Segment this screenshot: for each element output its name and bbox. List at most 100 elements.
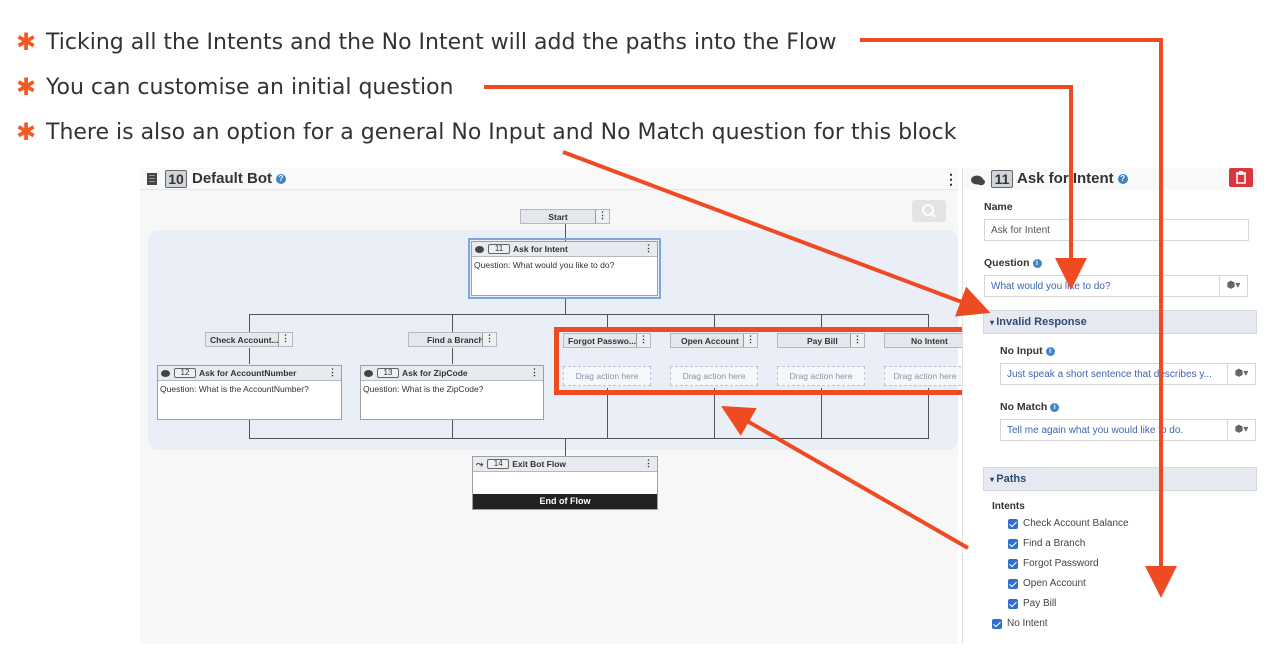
intent-checkbox-row[interactable]: Check Account Balance xyxy=(1008,518,1129,529)
chat-bubble-icon xyxy=(475,245,484,253)
info-icon[interactable]: i xyxy=(1045,346,1055,356)
checkbox-checked-icon[interactable] xyxy=(1008,578,1018,589)
kebab-menu-icon[interactable]: ⋮ xyxy=(278,333,292,346)
section-title: Paths xyxy=(996,473,1027,485)
connector xyxy=(714,388,715,438)
node-number: 12 xyxy=(174,368,196,378)
kebab-menu-icon[interactable]: ⋮ xyxy=(644,458,653,469)
node-question: Question: What is the AccountNumber? xyxy=(160,384,309,394)
no-input-field[interactable]: Just speak a short sentence that describ… xyxy=(1000,363,1228,385)
connector xyxy=(928,388,929,438)
node-question: Question: What is the ZipCode? xyxy=(363,384,484,394)
panel-title-text: Ask for Intent xyxy=(1017,170,1114,187)
variable-picker-icon[interactable]: ⬢▾ xyxy=(1228,363,1256,385)
panel-title: Ask for Intent? xyxy=(1017,170,1128,187)
kebab-menu-icon[interactable]: ⋮ xyxy=(644,243,653,254)
checkbox-checked-icon[interactable] xyxy=(1008,598,1018,609)
chat-bubble-icon xyxy=(364,369,373,377)
node-header: ⤳ 14 Exit Bot Flow ⋮ xyxy=(473,457,657,472)
bullet-2: ✱ You can customise an initial question xyxy=(16,73,454,101)
connector xyxy=(452,348,453,364)
start-node[interactable]: Start ⋮ xyxy=(520,209,610,224)
ask-for-zipcode-node[interactable]: 13 Ask for ZipCode ⋮ Question: What is t… xyxy=(360,365,544,420)
node-title: Ask for AccountNumber xyxy=(199,368,297,378)
panel-header: 11 Ask for Intent? xyxy=(963,168,1257,190)
section-title: Invalid Response xyxy=(996,316,1087,328)
bot-icon xyxy=(147,173,157,185)
question-label: Question i xyxy=(984,257,1042,269)
search-icon xyxy=(922,204,936,218)
node-title: Ask for Intent xyxy=(513,244,568,254)
help-icon[interactable]: ? xyxy=(276,174,286,185)
no-match-field[interactable]: Tell me again what you would like to do. xyxy=(1000,419,1228,441)
branch-pill-check-account[interactable]: Check Account... ⋮ xyxy=(205,332,293,347)
invalid-response-section[interactable]: ▾ Invalid Response xyxy=(983,310,1257,334)
asterisk-icon: ✱ xyxy=(16,118,37,146)
intent-label: Pay Bill xyxy=(1023,598,1057,609)
no-intent-checkbox-row[interactable]: No Intent xyxy=(992,618,1048,629)
connector xyxy=(249,438,929,439)
bullet-3: ✱ There is also an option for a general … xyxy=(16,118,956,146)
kebab-menu-icon[interactable]: ⋮ xyxy=(530,367,539,378)
kebab-menu-icon[interactable]: ⋮ xyxy=(595,210,609,223)
no-input-label: No Input i xyxy=(1000,345,1055,357)
intent-checkbox-row[interactable]: Find a Branch xyxy=(1008,538,1085,549)
no-intent-label: No Intent xyxy=(1007,618,1048,629)
highlight-box xyxy=(554,327,973,395)
checkbox-checked-icon[interactable] xyxy=(992,618,1002,629)
variable-picker-icon[interactable]: ⬢▾ xyxy=(1228,419,1256,441)
checkbox-checked-icon[interactable] xyxy=(1008,558,1018,569)
info-icon[interactable]: i xyxy=(1032,258,1042,268)
intents-label: Intents xyxy=(992,501,1025,512)
end-of-flow-bar: End of Flow xyxy=(473,494,657,509)
properties-panel: 11 Ask for Intent? Name Ask for Intent Q… xyxy=(962,168,1257,644)
connector xyxy=(249,348,250,364)
name-label: Name xyxy=(984,201,1013,213)
connector xyxy=(821,388,822,438)
kebab-menu-icon[interactable]: ⋮ xyxy=(944,171,958,188)
kebab-menu-icon[interactable]: ⋮ xyxy=(482,333,496,346)
bullet-1: ✱ Ticking all the Intents and the No Int… xyxy=(16,28,836,56)
canvas-title-text: Default Bot xyxy=(192,170,272,187)
connector xyxy=(452,314,453,332)
node-header: 13 Ask for ZipCode ⋮ xyxy=(361,366,543,381)
node-title: Exit Bot Flow xyxy=(512,459,567,469)
no-match-label-text: No Match xyxy=(1000,401,1048,413)
intent-label: Forgot Password xyxy=(1023,558,1099,569)
branch-label: Find a Branch xyxy=(427,334,484,345)
intent-checkbox-row[interactable]: Open Account xyxy=(1008,578,1086,589)
block-number: 10 xyxy=(165,170,187,188)
start-label: Start xyxy=(548,211,568,222)
question-field[interactable]: What would you like to do? xyxy=(984,275,1220,297)
checkbox-checked-icon[interactable] xyxy=(1008,538,1018,549)
canvas-header: 10 Default Bot? ⋮ xyxy=(140,168,958,190)
variable-picker-icon[interactable]: ⬢▾ xyxy=(1220,275,1248,297)
intent-label: Check Account Balance xyxy=(1023,518,1129,529)
chat-bubble-icon xyxy=(161,369,170,377)
name-field[interactable]: Ask for Intent xyxy=(984,219,1249,241)
intent-checkbox-row[interactable]: Pay Bill xyxy=(1008,598,1056,609)
block-number: 11 xyxy=(991,170,1013,188)
node-header: 11 Ask for Intent ⋮ xyxy=(472,242,657,257)
branch-pill-find-branch[interactable]: Find a Branch ⋮ xyxy=(408,332,497,347)
help-icon[interactable]: ? xyxy=(1117,174,1128,185)
connector xyxy=(249,314,250,332)
info-icon[interactable]: i xyxy=(1050,402,1060,412)
intent-label: Open Account xyxy=(1023,578,1086,589)
connector xyxy=(565,438,566,456)
exit-bot-flow-node[interactable]: ⤳ 14 Exit Bot Flow ⋮ End of Flow xyxy=(472,456,658,510)
intent-label: Find a Branch xyxy=(1023,538,1086,549)
node-number: 13 xyxy=(377,368,399,378)
intent-checkbox-row[interactable]: Forgot Password xyxy=(1008,558,1099,569)
checkbox-checked-icon[interactable] xyxy=(1008,518,1018,529)
connector xyxy=(565,298,566,314)
kebab-menu-icon[interactable]: ⋮ xyxy=(328,367,337,378)
paths-section[interactable]: ▾ Paths xyxy=(983,467,1257,491)
search-button[interactable] xyxy=(912,200,946,222)
ask-for-intent-node[interactable]: 11 Ask for Intent ⋮ Question: What would… xyxy=(471,241,658,296)
delete-button[interactable] xyxy=(1229,168,1253,187)
question-label-text: Question xyxy=(984,257,1030,269)
ask-for-accountnumber-node[interactable]: 12 Ask for AccountNumber ⋮ Question: Wha… xyxy=(157,365,342,420)
connector xyxy=(607,388,608,438)
node-number: 11 xyxy=(488,244,510,254)
